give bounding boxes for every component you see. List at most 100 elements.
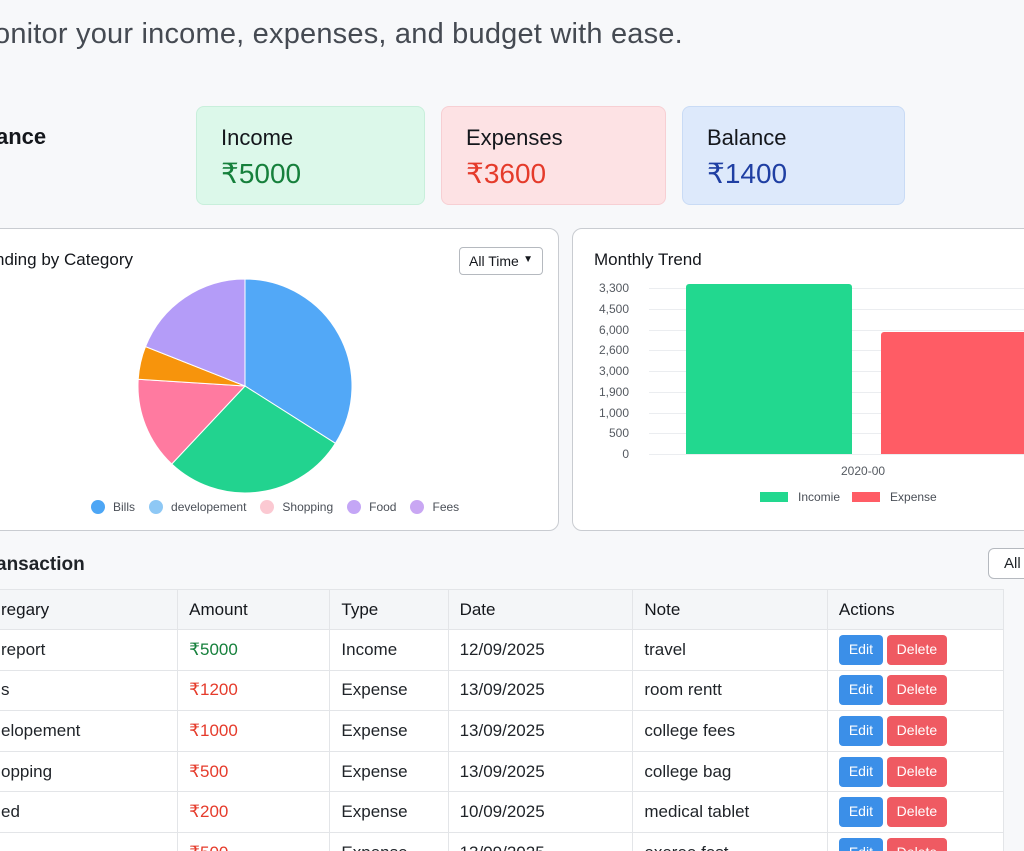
row-date: 12/09/2025 <box>447 629 634 671</box>
bar-1 <box>881 331 1024 454</box>
balance-value: ₹1400 <box>707 158 788 189</box>
row-amount: ₹5000 <box>177 629 331 671</box>
edit-button[interactable]: Edit <box>838 797 883 828</box>
legend-label: Incomie <box>798 490 841 504</box>
table-row: s ₹1200 Expense 13/09/2025 room rentt Edit Del… <box>0 669 1005 712</box>
row-category: ed <box>0 791 179 833</box>
y-tick-label: 500 <box>608 426 629 441</box>
monthly-trend-panel: Monthly Trend 0 500 1,000 1,900 3,000 2,600 6,… <box>572 228 1024 531</box>
income-label: Income <box>221 125 294 150</box>
row-type: Expense <box>329 669 449 712</box>
legend-swatch <box>760 492 788 502</box>
time-filter-dropdown[interactable]: All Time ▼ <box>459 247 543 275</box>
legend-swatch <box>149 500 164 514</box>
row-type: Expense <box>329 791 449 833</box>
transactions-filter-button[interactable]: All <box>988 548 1024 579</box>
row-note: exeree fest <box>632 831 828 851</box>
y-tick-label: 3,000 <box>598 364 629 378</box>
expenses-card: Expenses ₹3600 <box>441 106 666 205</box>
overview-title: ance <box>0 124 47 149</box>
column-header-category[interactable]: regary <box>0 589 179 630</box>
legend-swatch <box>91 500 105 514</box>
row-category: elopement <box>0 710 179 752</box>
legend-item-0: Incomie <box>760 490 840 504</box>
time-filter-value: All Time <box>469 253 519 269</box>
transactions-table: regary Amount Type Date Note Actions rep… <box>0 589 1005 851</box>
legend-label: Fees <box>432 500 460 514</box>
row-date: 13/09/2025 <box>447 669 634 712</box>
row-amount: ₹500 <box>177 750 331 793</box>
row-note: college bag <box>632 750 828 793</box>
legend-label: Food <box>369 500 397 514</box>
legend-item-0: Bills <box>91 500 135 514</box>
row-actions: EditDelete <box>826 629 1005 671</box>
row-type: Expense <box>329 831 449 851</box>
bar-0 <box>686 283 852 454</box>
row-category: report <box>0 629 179 671</box>
row-note: room rentt <box>632 669 828 712</box>
delete-button[interactable]: Delete <box>886 634 947 665</box>
row-date: 10/09/2025 <box>447 791 634 833</box>
row-actions: EditDelete <box>826 710 1005 752</box>
legend-item-1: Expense <box>852 490 937 504</box>
transactions-title: ansaction <box>0 554 85 575</box>
edit-button[interactable]: Edit <box>838 715 883 746</box>
y-tick-label: 3,300 <box>598 281 629 295</box>
row-type: Expense <box>329 750 449 793</box>
row-actions: EditDelete <box>826 831 1005 851</box>
row-note: college fees <box>632 710 828 752</box>
legend-label: Bills <box>113 500 136 514</box>
y-tick-label: 0 <box>622 447 629 461</box>
balance-label: Balance <box>707 125 787 150</box>
table-header-row: regary Amount Type Date Note Actions <box>0 589 1005 630</box>
row-type: Expense <box>329 710 449 752</box>
row-note: medical tablet <box>632 791 828 833</box>
legend-label: developement <box>171 500 247 514</box>
delete-button[interactable]: Delete <box>886 675 947 706</box>
y-tick-label: 2,600 <box>598 343 629 358</box>
edit-button[interactable]: Edit <box>838 634 883 665</box>
edit-button[interactable]: Edit <box>838 837 883 851</box>
row-amount: ₹500 <box>177 831 331 851</box>
category-pie-chart <box>137 278 353 494</box>
caret-down-icon: ▼ <box>523 254 533 265</box>
legend-swatch <box>260 500 275 514</box>
trend-legend: Incomie Expense <box>760 490 949 504</box>
legend-swatch <box>347 500 362 514</box>
row-category: s <box>0 669 179 712</box>
delete-button[interactable]: Delete <box>886 715 947 746</box>
row-date: 13/09/2025 <box>447 710 634 752</box>
column-header-amount[interactable]: Amount <box>177 589 331 630</box>
column-header-actions: Actions <box>826 589 1005 630</box>
legend-item-1: developement <box>149 500 246 514</box>
row-amount: ₹200 <box>177 791 331 833</box>
edit-button[interactable]: Edit <box>838 756 883 787</box>
delete-button[interactable]: Delete <box>886 797 947 828</box>
row-date: 13/09/2025 <box>447 831 634 851</box>
income-card: Income ₹5000 <box>196 106 425 205</box>
gridline <box>649 454 1024 455</box>
delete-button[interactable]: Delete <box>886 837 947 851</box>
category-legend: Bills developement Shopping Food Fees <box>91 500 473 514</box>
balance-card: Balance ₹1400 <box>682 106 905 205</box>
delete-button[interactable]: Delete <box>886 756 947 787</box>
legend-item-3: Food <box>347 500 396 514</box>
table-row: elopement ₹1000 Expense 13/09/2025 college f… <box>0 710 1005 752</box>
y-tick-label: 6,000 <box>598 322 629 337</box>
column-header-note[interactable]: Note <box>632 589 828 630</box>
row-actions: EditDelete <box>826 791 1005 833</box>
row-actions: EditDelete <box>826 669 1005 712</box>
row-date: 13/09/2025 <box>447 750 634 793</box>
column-header-date[interactable]: Date <box>447 589 634 630</box>
column-header-type[interactable]: Type <box>329 589 449 630</box>
table-row: opping ₹500 Expense 13/09/2025 college bag Ed… <box>0 750 1005 793</box>
legend-item-2: Shopping <box>260 500 333 514</box>
expenses-value: ₹3600 <box>466 158 547 189</box>
y-tick-label: 1,000 <box>598 405 629 420</box>
table-row: report ₹5000 Income 12/09/2025 travel Edit Del… <box>0 629 1005 671</box>
x-tick-label: 2020-00 <box>841 464 886 478</box>
table-row: ed ₹200 Expense 10/09/2025 medical tablet Edi… <box>0 791 1005 833</box>
row-amount: ₹1200 <box>177 669 331 712</box>
edit-button[interactable]: Edit <box>838 675 883 706</box>
y-tick-label: 1,900 <box>598 384 629 399</box>
